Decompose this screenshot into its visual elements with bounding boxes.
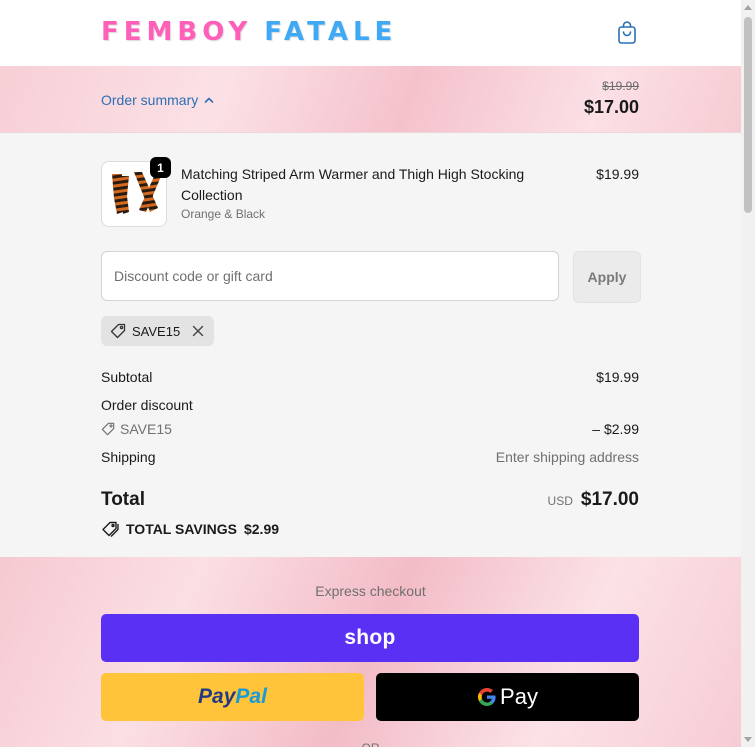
original-price: $19.99: [602, 79, 639, 93]
google-pay-button[interactable]: Pay: [376, 673, 639, 721]
order-summary-label: Order summary: [101, 92, 199, 108]
order-discount-row: Order discount: [101, 397, 639, 413]
order-summary-toggle[interactable]: Order summary: [101, 92, 214, 108]
currency-code: USD: [547, 494, 573, 508]
shipping-label: Shipping: [101, 449, 156, 465]
product-variant: Orange & Black: [181, 207, 266, 221]
total-value: $17.00: [580, 489, 639, 510]
product-price: $19.99: [596, 166, 639, 182]
or-divider: OR: [0, 741, 741, 747]
scrollbar-thumb[interactable]: [744, 17, 752, 213]
total-label: Total: [101, 489, 145, 510]
summary-prices: $19.99 $17.00: [584, 79, 639, 118]
express-checkout-label: Express checkout: [315, 583, 426, 599]
chevron-up-icon: [204, 97, 214, 103]
total-savings-row: TOTAL SAVINGS $2.99: [101, 521, 639, 537]
tags-icon: [102, 521, 119, 537]
order-summary-content: 1 Matching Striped Arm Warmer and Thigh …: [0, 133, 741, 557]
express-checkout-section: Express checkout shop PayPal Pay OR: [0, 557, 741, 747]
subtotal-label: Subtotal: [101, 369, 153, 385]
subtotal-value: $19.99: [596, 369, 639, 385]
paypal-label-part-2: Pal: [235, 685, 267, 708]
shop-pay-label: shop: [344, 626, 396, 649]
total-savings: TOTAL SAVINGS $2.99: [101, 521, 279, 537]
google-g-icon: [478, 688, 496, 706]
remove-discount-close-icon[interactable]: [192, 325, 204, 337]
tag-icon: [110, 323, 126, 339]
subtotal-row: Subtotal $19.99: [101, 369, 639, 385]
vertical-scrollbar[interactable]: [741, 0, 755, 747]
discount-code-input[interactable]: [101, 251, 559, 301]
checkout-page: FEMBOY FATALE Order summary $19.99 $17.00: [0, 0, 741, 747]
order-summary-bar: Order summary $19.99 $17.00: [0, 66, 741, 133]
applied-discount-code: SAVE15: [132, 323, 181, 339]
shopping-bag-icon[interactable]: [615, 21, 639, 45]
order-discount-code: SAVE15: [101, 421, 172, 437]
shipping-row: Shipping Enter shipping address: [101, 449, 639, 465]
scroll-down-arrow-icon[interactable]: [744, 737, 752, 742]
shop-pay-button[interactable]: shop: [101, 614, 639, 662]
total-savings-label: TOTAL SAVINGS: [126, 521, 237, 537]
tag-icon: [101, 422, 115, 436]
order-discount-value: – $2.99: [592, 421, 639, 437]
discounted-price: $17.00: [583, 97, 639, 117]
total-row: Total USD $17.00: [101, 489, 639, 511]
product-name: Matching Striped Arm Warmer and Thigh Hi…: [181, 166, 525, 203]
google-pay-label: Pay: [500, 684, 538, 709]
logo-word-1: FEMBOY: [101, 17, 253, 47]
shipping-value: Enter shipping address: [495, 449, 639, 465]
logo-word-2: FATALE: [264, 17, 398, 47]
paypal-label-part-1: Pay: [198, 685, 236, 708]
applied-discount-chip: SAVE15: [101, 316, 215, 346]
apply-discount-button[interactable]: Apply: [573, 251, 641, 303]
total-savings-value: $2.99: [243, 521, 280, 537]
order-discount-label: Order discount: [101, 397, 193, 413]
store-logo[interactable]: FEMBOY FATALE: [101, 17, 397, 47]
order-discount-detail-row: SAVE15 – $2.99: [101, 421, 639, 437]
total-value-group: USD $17.00: [548, 489, 639, 511]
header: FEMBOY FATALE: [0, 0, 741, 67]
order-discount-code-text: SAVE15: [120, 421, 172, 437]
scroll-up-arrow-icon[interactable]: [744, 5, 752, 10]
paypal-button[interactable]: Pay Pal: [101, 673, 364, 721]
quantity-badge: 1: [150, 157, 171, 178]
